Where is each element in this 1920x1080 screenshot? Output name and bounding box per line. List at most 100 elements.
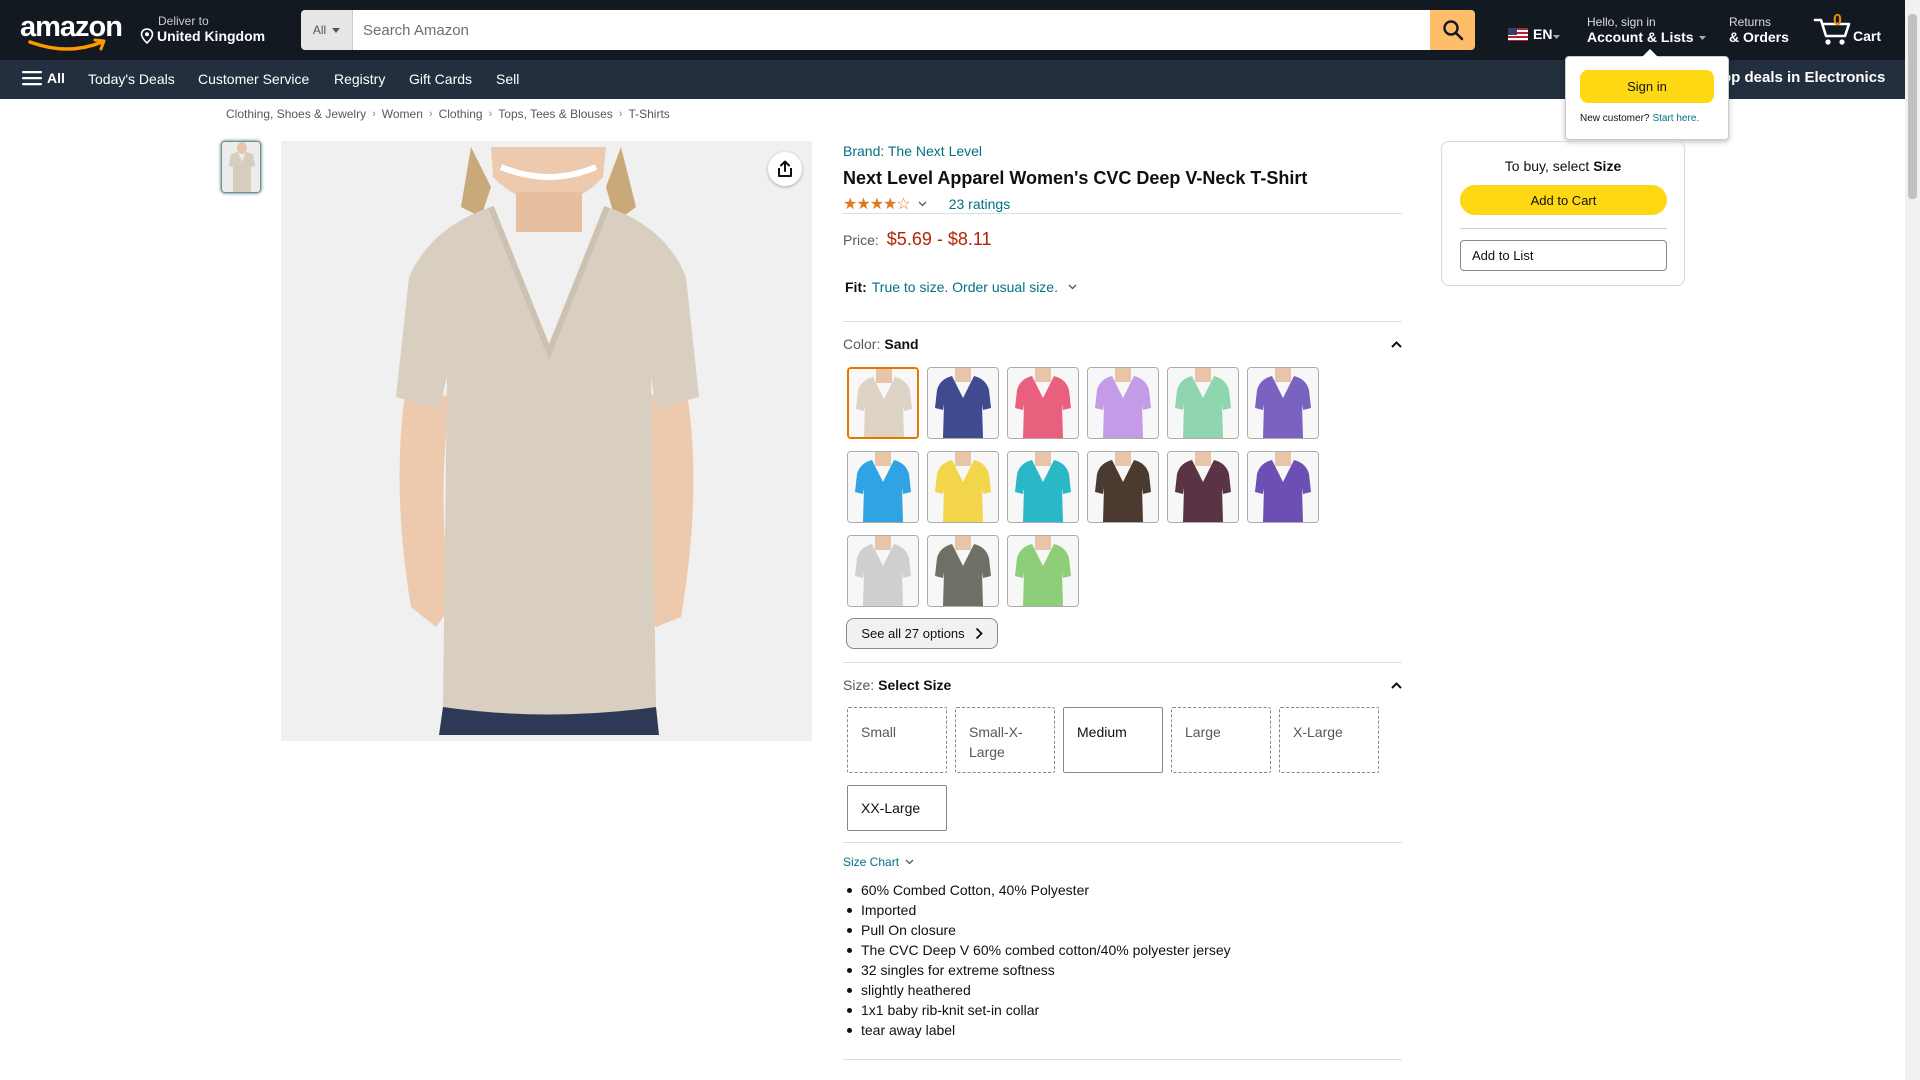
deliver-to-label: Deliver to bbox=[158, 14, 209, 28]
tshirt-swatch-image bbox=[928, 368, 998, 438]
see-all-options-button[interactable]: See all 27 options bbox=[846, 618, 998, 649]
breadcrumb-item[interactable]: Tops, Tees & Blouses bbox=[498, 107, 613, 121]
color-swatch[interactable] bbox=[927, 535, 999, 607]
product-title: Next Level Apparel Women's CVC Deep V-Ne… bbox=[843, 168, 1308, 188]
tshirt-swatch-image bbox=[928, 536, 998, 606]
chevron-down-icon[interactable] bbox=[918, 201, 927, 207]
sign-in-button[interactable]: Sign in bbox=[1580, 70, 1714, 103]
returns-and-orders[interactable]: Returns & Orders bbox=[1729, 15, 1789, 45]
hamburger-menu-icon bbox=[22, 71, 42, 86]
amazon-product-page: amazon Deliver to United Kingdom All Sea… bbox=[0, 0, 1920, 1080]
tshirt-swatch-image bbox=[1088, 368, 1158, 438]
feature-bullet: 1x1 baby rib-knit set-in collar bbox=[843, 1000, 1231, 1020]
search-bar: All bbox=[301, 10, 1475, 50]
color-swatch[interactable] bbox=[1007, 367, 1079, 439]
size-option-x-large[interactable]: X-Large bbox=[1279, 707, 1379, 773]
size-option-small-x-large[interactable]: Small-X-Large bbox=[955, 707, 1055, 773]
breadcrumb-item[interactable]: Women bbox=[382, 107, 423, 121]
chevron-right-icon: › bbox=[428, 108, 433, 120]
amazon-logo[interactable]: amazon bbox=[20, 12, 123, 51]
color-swatch[interactable] bbox=[1247, 367, 1319, 439]
star-rating[interactable]: ★★★★☆ bbox=[843, 194, 911, 214]
selected-color: Sand bbox=[884, 336, 919, 352]
language-selector[interactable]: EN bbox=[1508, 26, 1561, 42]
ratings-count-link[interactable]: 23 ratings bbox=[949, 196, 1010, 212]
breadcrumb-item[interactable]: T-Shirts bbox=[628, 107, 669, 121]
orders-label: & Orders bbox=[1729, 29, 1789, 45]
size-option-medium[interactable]: Medium bbox=[1063, 707, 1163, 773]
add-to-cart-button[interactable]: Add to Cart bbox=[1460, 185, 1667, 215]
fit-value: True to size. Order usual size. bbox=[871, 279, 1058, 295]
nav-todays-deals[interactable]: Today's Deals bbox=[88, 71, 175, 87]
color-swatch[interactable] bbox=[847, 451, 919, 523]
color-swatch[interactable] bbox=[1007, 451, 1079, 523]
search-input[interactable] bbox=[353, 10, 1430, 50]
search-button[interactable] bbox=[1430, 10, 1475, 50]
chevron-right-icon bbox=[975, 627, 983, 640]
nav-registry[interactable]: Registry bbox=[334, 71, 385, 87]
new-customer-label: New customer? bbox=[1580, 113, 1650, 124]
tshirt-swatch-image bbox=[1248, 452, 1318, 522]
size-option-xx-large[interactable]: XX-Large bbox=[847, 785, 947, 831]
chevron-right-icon: › bbox=[372, 108, 376, 120]
breadcrumb: Clothing, Shoes & Jewelry › Women › Clot… bbox=[226, 107, 670, 121]
main-product-image[interactable] bbox=[281, 141, 812, 741]
color-swatch[interactable] bbox=[927, 367, 999, 439]
all-menu-button[interactable]: All bbox=[22, 70, 65, 86]
cart-count: 0 bbox=[1833, 12, 1842, 29]
returns-label: Returns bbox=[1729, 15, 1772, 29]
color-swatch[interactable] bbox=[847, 535, 919, 607]
breadcrumb-item[interactable]: Clothing bbox=[439, 107, 483, 121]
start-here-link[interactable]: Start here. bbox=[1652, 113, 1699, 124]
chevron-up-icon bbox=[1391, 340, 1402, 348]
size-chart-link[interactable]: Size Chart bbox=[843, 855, 914, 869]
chevron-right-icon: › bbox=[618, 108, 623, 120]
us-flag-icon bbox=[1508, 27, 1528, 41]
size-option-small[interactable]: Small bbox=[847, 707, 947, 773]
selected-size: Select Size bbox=[878, 677, 952, 693]
color-swatch[interactable] bbox=[1167, 367, 1239, 439]
tshirt-swatch-image bbox=[849, 369, 917, 437]
color-swatch[interactable] bbox=[1087, 451, 1159, 523]
feature-bullet: slightly heathered bbox=[843, 980, 1231, 1000]
deliver-to-country: United Kingdom bbox=[157, 28, 266, 44]
scrollbar-thumb[interactable] bbox=[1908, 14, 1917, 199]
color-swatch[interactable] bbox=[1247, 451, 1319, 523]
fit-advice[interactable]: Fit: True to size. Order usual size. bbox=[845, 279, 1077, 295]
nav-customer-service[interactable]: Customer Service bbox=[198, 71, 309, 87]
nav-gift-cards[interactable]: Gift Cards bbox=[409, 71, 472, 87]
tshirt-model-photo bbox=[396, 147, 699, 735]
breadcrumb-item[interactable]: Clothing, Shoes & Jewelry bbox=[226, 107, 366, 121]
color-swatch[interactable] bbox=[1167, 451, 1239, 523]
divider bbox=[843, 213, 1402, 214]
price-row: Price: $5.69 - $8.11 bbox=[843, 229, 992, 250]
size-option-large[interactable]: Large bbox=[1171, 707, 1271, 773]
buy-box-prompt-size: Size bbox=[1593, 158, 1622, 174]
sign-in-flyout: Sign in New customer? Start here. bbox=[1565, 49, 1729, 140]
color-swatch[interactable] bbox=[847, 367, 919, 439]
color-swatch[interactable] bbox=[927, 451, 999, 523]
color-swatch[interactable] bbox=[1007, 535, 1079, 607]
page-scrollbar[interactable] bbox=[1905, 0, 1920, 1080]
add-to-list-button[interactable]: Add to List bbox=[1460, 240, 1667, 271]
brand-link[interactable]: Brand: The Next Level bbox=[843, 143, 982, 159]
tshirt-swatch-image bbox=[1008, 536, 1078, 606]
nav-sell[interactable]: Sell bbox=[496, 71, 519, 87]
deliver-to[interactable]: Deliver to United Kingdom bbox=[140, 14, 265, 44]
cart-button[interactable]: 0 Cart bbox=[1813, 10, 1883, 50]
nav-promo-electronics[interactable]: op deals in Electronics bbox=[1722, 69, 1885, 86]
language-label: EN bbox=[1533, 26, 1553, 42]
tshirt-swatch-image bbox=[1088, 452, 1158, 522]
feature-bullet: 60% Combed Cotton, 40% Polyester bbox=[843, 880, 1231, 900]
product-thumbnail[interactable] bbox=[221, 141, 261, 193]
size-section-header[interactable]: Size: Select Size bbox=[843, 677, 1402, 693]
color-section-header[interactable]: Color: Sand bbox=[843, 336, 1402, 352]
share-button[interactable] bbox=[768, 152, 802, 186]
divider bbox=[843, 321, 1402, 322]
chevron-down-icon bbox=[905, 859, 914, 865]
color-swatch[interactable] bbox=[1087, 367, 1159, 439]
new-customer-note: New customer? Start here. bbox=[1580, 113, 1699, 124]
account-and-lists[interactable]: Hello, sign in Account & Lists bbox=[1587, 15, 1706, 45]
search-category-dropdown[interactable]: All bbox=[301, 10, 353, 50]
feature-bullet: Pull On closure bbox=[843, 920, 1231, 940]
